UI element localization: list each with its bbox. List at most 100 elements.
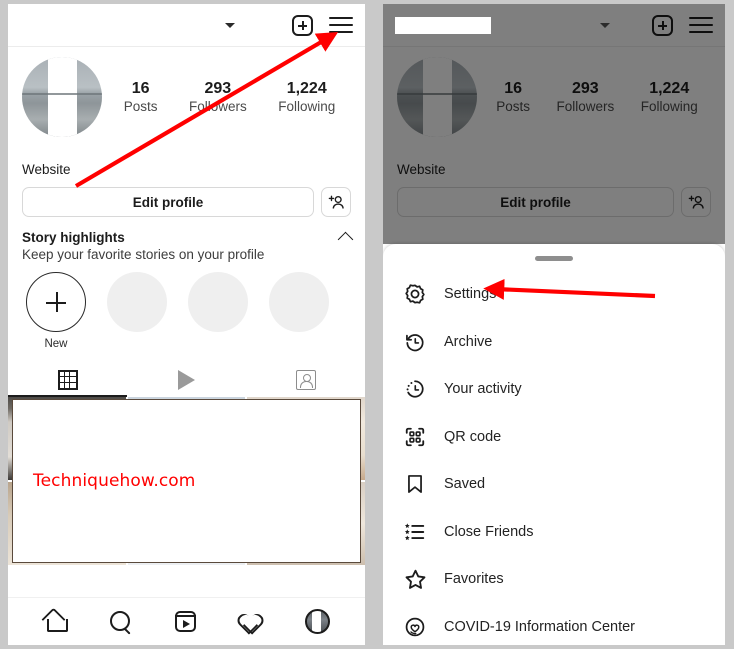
add-person-icon	[688, 195, 704, 209]
edit-profile-button[interactable]: Edit profile	[22, 187, 314, 217]
stat-value: 293	[572, 80, 599, 97]
highlight-thumb	[107, 272, 167, 332]
menu-item-label: Saved	[444, 476, 486, 493]
stat-value: 16	[504, 80, 523, 97]
stat-following[interactable]: 1,224 Following	[278, 80, 335, 114]
story-highlights-title: Story highlights	[22, 230, 125, 245]
hamburger-menu-icon[interactable]	[689, 16, 713, 34]
left-topbar	[8, 4, 365, 46]
menu-item-label: Your activity	[444, 381, 522, 398]
menu-item-settings[interactable]: Settings	[383, 271, 725, 319]
heart-icon[interactable]	[239, 611, 262, 632]
add-person-icon	[328, 195, 344, 209]
covid-info-icon	[403, 615, 427, 639]
stat-posts[interactable]: 16 Posts	[496, 80, 530, 114]
stat-value: 1,224	[286, 80, 327, 97]
plus-box-icon[interactable]	[652, 14, 673, 36]
stat-label: Followers	[556, 99, 615, 114]
highlight-placeholder[interactable]	[107, 272, 167, 350]
bottom-sheet-menu: Settings Archive Your activity QR code S…	[383, 244, 725, 645]
stats-group: 16 Posts 293 Followers 1,224 Following	[102, 80, 351, 114]
hamburger-menu-icon[interactable]	[329, 16, 353, 34]
menu-item-saved[interactable]: Saved	[383, 461, 725, 509]
stats-group: 16 Posts 293 Followers 1,224 Following	[477, 80, 711, 114]
bottom-navigation-bar	[8, 597, 365, 645]
archive-clock-icon	[403, 330, 427, 354]
chevron-down-icon[interactable]	[600, 22, 610, 28]
stat-label: Posts	[496, 99, 530, 114]
plus-box-icon[interactable]	[292, 14, 313, 36]
username-redaction-bar	[395, 16, 491, 34]
profile-website-label[interactable]: Website	[397, 162, 711, 177]
add-person-button[interactable]	[681, 187, 711, 217]
highlight-thumb	[188, 272, 248, 332]
menu-item-label: Archive	[444, 333, 493, 350]
gear-icon	[403, 282, 427, 306]
stat-label: Posts	[123, 99, 158, 114]
play-icon	[178, 370, 195, 390]
menu-item-your-activity[interactable]: Your activity	[383, 366, 725, 414]
screenshot-stage: 16 Posts 293 Followers 1,224 Following W…	[0, 0, 734, 649]
add-highlight-icon[interactable]	[26, 272, 86, 332]
profile-stats-row: 16 Posts 293 Followers 1,224 Following	[8, 47, 365, 137]
menu-item-label: Close Friends	[444, 523, 534, 540]
username-area[interactable]	[395, 16, 610, 34]
tab-reels[interactable]	[127, 363, 246, 397]
menu-item-archive[interactable]: Archive	[383, 318, 725, 366]
post-grid: Techniquehow.com	[8, 397, 365, 565]
chevron-up-icon[interactable]	[337, 231, 354, 248]
avatar-redaction-bar	[48, 57, 78, 137]
username-area[interactable]	[20, 16, 235, 34]
menu-item-label: Settings	[444, 286, 497, 303]
profile-bio: Website	[383, 137, 725, 177]
story-highlights-subtitle: Keep your favorite stories on your profi…	[22, 247, 265, 262]
highlight-thumb	[269, 272, 329, 332]
highlight-new[interactable]: New	[26, 272, 86, 350]
profile-name-redaction-bar	[397, 145, 469, 159]
avatar-redaction-bar	[423, 57, 453, 137]
stat-label: Following	[640, 99, 698, 114]
edit-profile-button[interactable]: Edit profile	[397, 187, 674, 217]
tab-tagged[interactable]	[246, 363, 365, 397]
profile-tabs	[8, 363, 365, 397]
profile-avatar[interactable]	[397, 57, 477, 137]
menu-item-qr-code[interactable]: QR code	[383, 413, 725, 461]
menu-item-label: COVID-19 Information Center	[444, 618, 635, 635]
watermark-overlay: Techniquehow.com	[12, 399, 361, 563]
story-highlights-row: New	[8, 262, 365, 350]
stat-followers[interactable]: 293 Followers	[189, 80, 247, 114]
profile-avatar[interactable]	[22, 57, 102, 137]
menu-list: Settings Archive Your activity QR code S…	[383, 261, 725, 646]
add-person-button[interactable]	[321, 187, 351, 217]
bookmark-icon	[403, 472, 427, 496]
menu-item-favorites[interactable]: Favorites	[383, 556, 725, 604]
stat-followers[interactable]: 293 Followers	[556, 80, 614, 114]
qr-code-icon	[403, 425, 427, 449]
menu-item-close-friends[interactable]: Close Friends	[383, 508, 725, 556]
stat-following[interactable]: 1,224 Following	[641, 80, 698, 114]
profile-avatar-icon[interactable]	[304, 609, 330, 634]
chevron-down-icon[interactable]	[225, 22, 235, 28]
activity-clock-icon	[403, 377, 427, 401]
highlight-placeholder[interactable]	[269, 272, 329, 350]
stat-label: Followers	[188, 99, 247, 114]
right-phone-panel: 16 Posts 293 Followers 1,224 Following W…	[383, 4, 725, 645]
grid-icon	[57, 370, 78, 390]
story-highlights-header: Story highlights Keep your favorite stor…	[8, 217, 365, 262]
close-friends-list-icon	[403, 520, 427, 544]
topbar-actions	[652, 14, 713, 36]
search-icon[interactable]	[109, 610, 132, 633]
star-icon	[403, 567, 427, 591]
stat-posts[interactable]: 16 Posts	[124, 80, 158, 114]
menu-item-covid-info-center[interactable]: COVID-19 Information Center	[383, 603, 725, 645]
left-phone-panel: 16 Posts 293 Followers 1,224 Following W…	[8, 4, 365, 645]
highlight-placeholder[interactable]	[188, 272, 248, 350]
profile-website-label[interactable]: Website	[22, 162, 351, 177]
stat-value: 1,224	[649, 80, 690, 97]
profile-action-buttons: Edit profile	[383, 177, 725, 217]
tab-grid[interactable]	[8, 363, 127, 397]
home-icon[interactable]	[44, 611, 68, 632]
reels-icon[interactable]	[174, 611, 196, 632]
tagged-icon	[295, 370, 316, 390]
stat-value: 293	[204, 80, 232, 97]
